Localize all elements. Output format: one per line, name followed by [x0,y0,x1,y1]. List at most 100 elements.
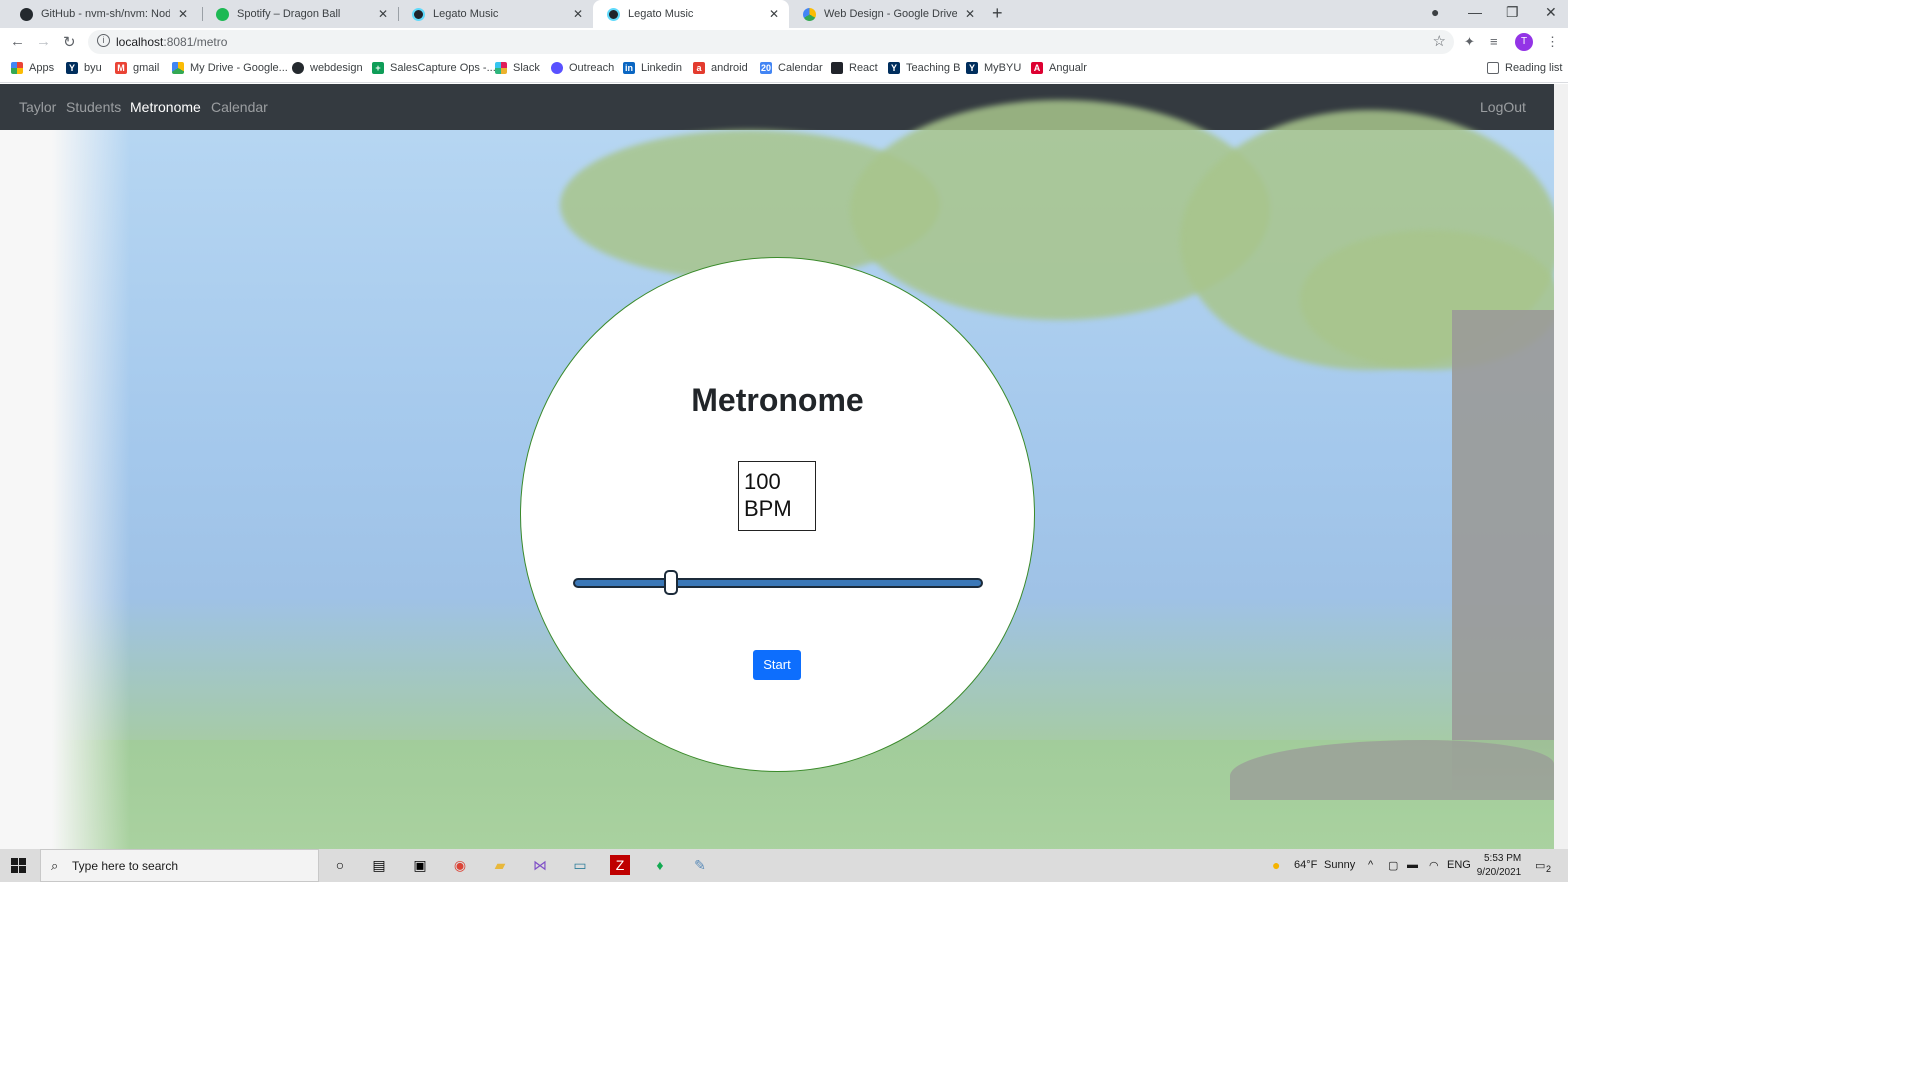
notifications-icon[interactable]: ▭ [1535,859,1545,872]
byu-icon: Y [888,62,900,74]
weather-temp[interactable]: 64°F [1294,859,1317,871]
react-icon [412,7,425,21]
slider-thumb[interactable] [664,570,679,595]
bookmark-label: Linkedin [641,62,682,74]
start-button[interactable]: Start [753,650,801,680]
bookmark-react[interactable]: React [831,62,878,74]
windows-start-button[interactable] [11,858,26,873]
weather-icon: ● [1272,857,1281,873]
nav-students-link[interactable]: Students [66,99,121,115]
bookmark-android[interactable]: a android [693,62,748,74]
reload-icon[interactable]: ↻ [63,33,76,51]
metronome-card: Metronome 100 BPM Start [520,257,1035,772]
browser-window: GitHub - nvm-sh/nvm: Node Ver ✕ Spotify … [0,0,1568,882]
bookmark-mybyu[interactable]: Y MyBYU [966,62,1021,74]
tab-title: Legato Music [433,8,499,20]
show-hidden-icons-icon[interactable]: ^ [1368,859,1373,871]
tab-search-icon[interactable]: ● [1431,4,1439,20]
site-info-icon[interactable]: i [97,34,110,47]
bookmark-webdesign[interactable]: webdesign [292,62,363,74]
bookmark-label: android [711,62,748,74]
nav-brand-link[interactable]: Taylor [19,99,56,115]
visual-studio-icon[interactable]: ⋈ [530,855,550,875]
file-explorer-icon[interactable]: ▰ [490,855,510,875]
tab-legato-1[interactable]: Legato Music ✕ [398,0,593,28]
tab-spotify[interactable]: Spotify – Dragon Ball ✕ [202,0,398,28]
bookmark-star-icon[interactable]: ☆ [1433,32,1446,50]
nav-calendar-link[interactable]: Calendar [211,99,268,115]
bookmark-calendar[interactable]: 20 Calendar [760,62,823,74]
store-icon[interactable]: ▣ [410,855,430,875]
close-icon[interactable]: ✕ [573,7,583,21]
nav-metronome-link[interactable]: Metronome [130,99,201,115]
media-control-icon[interactable]: ≡ [1490,34,1498,49]
close-icon[interactable]: ✕ [378,7,388,21]
extensions-icon[interactable]: ✦ [1464,34,1475,50]
tab-legato-active[interactable]: Legato Music ✕ [593,0,789,28]
chrome-icon[interactable]: ◉ [450,855,470,875]
bookmark-linkedin[interactable]: in Linkedin [623,62,682,74]
bookmark-label: MyBYU [984,62,1022,74]
tab-title: Spotify – Dragon Ball [237,8,341,20]
minimize-icon[interactable]: — [1468,4,1482,20]
bookmark-salescapture[interactable]: + SalesCapture Ops -... [372,62,496,74]
terminal-icon[interactable]: ▭ [570,855,590,875]
tab-github[interactable]: GitHub - nvm-sh/nvm: Node Ver ✕ [6,0,198,28]
taskbar-search[interactable]: ⌕ Type here to search [40,849,319,882]
tempo-slider[interactable] [573,570,983,595]
profile-avatar[interactable]: T [1515,33,1533,51]
byu-icon: Y [966,62,978,74]
paint-icon[interactable]: ✎ [690,855,710,875]
google-drive-icon [172,62,184,74]
close-icon[interactable]: ✕ [178,7,188,21]
slider-track[interactable] [573,578,983,588]
reading-list-label: Reading list [1505,62,1563,74]
bookmark-label: Outreach [569,62,615,74]
bookmark-teaching[interactable]: Y Teaching B [888,62,960,74]
close-icon[interactable]: ✕ [965,7,975,21]
new-tab-button[interactable]: + [992,3,1003,24]
task-view-icon[interactable]: ▤ [369,855,389,875]
close-icon[interactable]: ✕ [769,7,779,21]
tab-title: GitHub - nvm-sh/nvm: Node Ver [41,8,170,20]
slack-icon [495,62,507,74]
page-scrollbar[interactable] [1554,84,1568,849]
wifi-icon[interactable]: ◠ [1429,859,1439,872]
nav-logout-link[interactable]: LogOut [1480,99,1526,115]
close-window-icon[interactable]: ✕ [1545,4,1557,21]
bookmark-my-drive[interactable]: My Drive - Google... [172,62,288,74]
bookmark-label: byu [84,62,102,74]
tab-title: Web Design - Google Drive [824,8,957,20]
language-indicator[interactable]: ENG [1447,859,1471,871]
bookmark-gmail[interactable]: Mgmail [115,62,159,74]
restore-icon[interactable]: ❐ [1506,4,1519,21]
address-bar[interactable]: i localhost:8081/metro ☆ [88,30,1454,54]
android-icon: a [693,62,705,74]
bookmarks-bar: Apps Ybyu Mgmail My Drive - Google... we… [0,56,1568,83]
mongodb-icon[interactable]: ♦ [650,855,670,875]
back-icon[interactable]: ← [10,33,25,50]
gmail-icon: M [115,62,127,74]
device-icon[interactable]: ▢ [1388,859,1398,872]
apps-grid-icon [11,62,23,74]
reading-list-button[interactable]: Reading list [1487,62,1562,74]
background-scene: Metronome 100 BPM Start [0,100,1554,849]
bookmark-outreach[interactable]: Outreach [551,62,614,74]
battery-icon[interactable]: ▬ [1407,859,1418,871]
bookmark-label: Teaching B [906,62,961,74]
bookmark-slack[interactable]: Slack [495,62,540,74]
url-text: localhost:8081/metro [116,35,228,49]
forward-icon[interactable]: → [36,33,51,50]
bookmark-apps[interactable]: Apps [11,62,54,74]
clock[interactable]: 5:53 PM 9/20/2021 [1474,852,1522,880]
weather-text[interactable]: Sunny [1324,859,1355,871]
bookmark-label: Apps [29,62,55,74]
tab-google-drive[interactable]: Web Design - Google Drive ✕ [789,0,985,28]
filezilla-icon[interactable]: Z [610,855,630,875]
bookmark-byu[interactable]: Ybyu [66,62,102,74]
bookmark-label: webdesign [310,62,363,74]
bookmark-angular[interactable]: A Angualr [1031,62,1087,74]
menu-icon[interactable]: ⋮ [1546,34,1559,50]
cortana-icon[interactable]: ○ [330,855,350,875]
bookmark-label: Slack [513,62,540,74]
